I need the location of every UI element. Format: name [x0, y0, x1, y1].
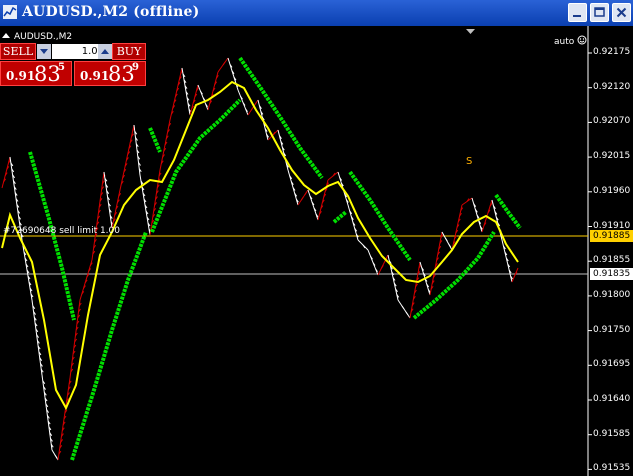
down-bar — [103, 171, 113, 229]
sell-price-prefix: 0.91 — [6, 69, 36, 83]
window-title: AUDUSD.,M2 (offline) — [22, 4, 200, 20]
up-bar-step — [250, 106, 254, 111]
smiley-icon — [577, 35, 587, 45]
price-axis-label: 0.92070 — [593, 116, 631, 127]
price-axis-label: 0.91960 — [593, 185, 631, 196]
maximize-button[interactable] — [590, 3, 609, 22]
price-axis-label: 0.91855 — [593, 255, 631, 266]
up-bar-step — [300, 196, 304, 201]
up-bar — [91, 171, 105, 261]
scroll-arrow-icon[interactable] — [466, 29, 475, 35]
sell-price-pip: 5 — [58, 62, 65, 73]
down-bar-step — [405, 311, 409, 316]
band-segment — [238, 56, 324, 180]
band-segment — [412, 230, 496, 320]
price-axis-label: 0.92120 — [593, 81, 631, 92]
price-axis-label: 0.91640 — [593, 394, 631, 404]
up-bar-step — [222, 61, 226, 66]
lot-increase-button[interactable] — [98, 44, 112, 59]
chevron-up-icon — [101, 49, 109, 54]
buy-button[interactable]: BUY — [112, 43, 146, 60]
sell-price-big: 83 — [34, 62, 61, 86]
maximize-icon — [594, 7, 605, 17]
price-axis-label: 0.92175 — [593, 47, 631, 57]
collapse-icon[interactable] — [2, 33, 10, 38]
price-axis-label: 0.91910 — [593, 220, 631, 231]
band-segment — [494, 193, 522, 230]
price-axis-label: 0.91585 — [593, 428, 631, 439]
auto-scale-label[interactable]: auto — [554, 35, 587, 47]
band-segment — [150, 98, 242, 233]
chart-app-icon — [3, 5, 17, 19]
minimize-icon — [573, 15, 581, 17]
up-bar — [409, 261, 421, 319]
price-axis-ticks — [588, 52, 592, 470]
close-button[interactable] — [612, 3, 631, 22]
chart-symbol-label: AUDUSD.,M2 — [2, 32, 72, 42]
band-segment — [332, 210, 348, 224]
one-click-trading-panel: SELL 1.00 BUY 0.91 83 5 0.91 83 9 — [0, 43, 146, 86]
buy-price-pip: 9 — [132, 62, 139, 73]
order-label[interactable]: #72690648 sell limit 1.00 — [3, 226, 120, 236]
chevron-down-icon — [40, 49, 48, 54]
band-segment — [348, 170, 412, 262]
price-axis-label: 0.92015 — [593, 151, 631, 162]
price-axis-label: 0.91535 — [593, 463, 631, 474]
up-bar — [119, 124, 135, 191]
title-bar: AUDUSD.,M2 (offline) — [0, 0, 633, 26]
buy-price-big: 83 — [108, 62, 135, 86]
signal-label: S — [466, 156, 473, 167]
sell-price-box[interactable]: 0.91 83 5 — [0, 61, 72, 86]
green-bands — [28, 56, 522, 461]
current-price-tag: 0.91835 — [590, 268, 633, 280]
down-bar-step — [401, 305, 405, 310]
up-bar — [169, 67, 183, 121]
price-chart[interactable] — [0, 26, 633, 476]
price-axis-label: 0.91695 — [593, 359, 631, 370]
buy-price-prefix: 0.91 — [80, 69, 110, 83]
band-segment — [148, 127, 162, 153]
order-price-tag: 0.91885 — [590, 230, 633, 242]
price-axis-label: 0.91800 — [593, 289, 631, 300]
minimize-button[interactable] — [568, 3, 587, 22]
up-bar-step — [254, 101, 258, 106]
sell-button[interactable]: SELL — [0, 43, 36, 60]
close-icon — [616, 7, 627, 18]
up-bar — [1, 156, 11, 189]
moving-average-line — [1, 80, 519, 411]
renko-bars — [1, 57, 519, 461]
lot-decrease-button[interactable] — [37, 44, 51, 59]
up-bar-step — [304, 191, 308, 196]
price-axis-label: 0.91750 — [593, 324, 631, 335]
buy-price-box[interactable]: 0.91 83 9 — [74, 61, 146, 86]
